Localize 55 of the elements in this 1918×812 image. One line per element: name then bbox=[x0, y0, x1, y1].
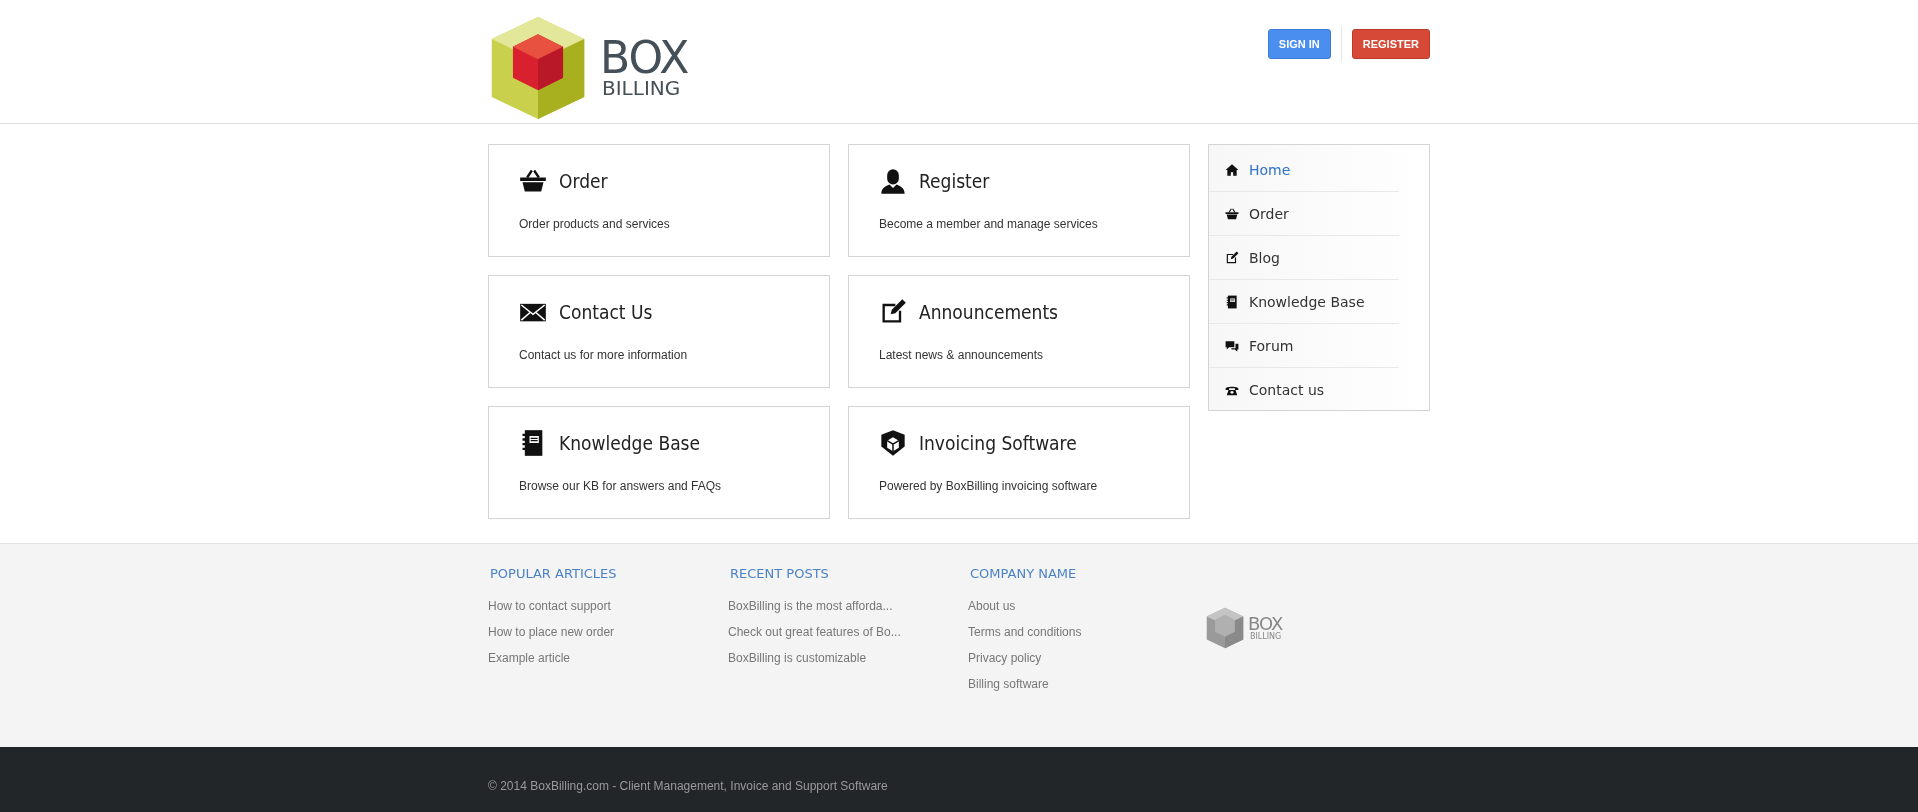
home-icon bbox=[1225, 162, 1239, 177]
edit-icon bbox=[1225, 250, 1239, 265]
sidebar-item[interactable]: Contact us bbox=[1209, 368, 1399, 412]
card[interactable]: Register Become a member and manage services bbox=[848, 144, 1190, 257]
logo-text: BOX bbox=[1248, 615, 1283, 632]
footer-link[interactable]: Privacy policy bbox=[968, 651, 1208, 665]
card-description: Powered by BoxBilling invoicing software bbox=[879, 479, 1099, 493]
sidebar-item[interactable]: Blog bbox=[1209, 236, 1399, 280]
basket-icon bbox=[519, 167, 547, 195]
card[interactable]: Announcements Latest news & announcements bbox=[848, 275, 1190, 388]
footer-link[interactable]: Billing software bbox=[968, 677, 1208, 691]
card-title: Announcements bbox=[919, 301, 1059, 323]
card[interactable]: Contact Us Contact us for more information bbox=[488, 275, 830, 388]
footer-link[interactable]: BoxBilling is the most afforda... bbox=[728, 599, 968, 613]
sidebar-item[interactable]: Order bbox=[1209, 192, 1399, 236]
card-description: Browse our KB for answers and FAQs bbox=[519, 479, 723, 493]
card-title: Contact Us bbox=[559, 301, 653, 323]
footer-heading: COMPANY NAME bbox=[970, 566, 1078, 581]
copyright-text: © 2014 BoxBilling.com - Client Management, Invoice and Support Software bbox=[488, 779, 888, 793]
card[interactable]: Invoicing Software Powered by BoxBilling invoicing software bbox=[848, 406, 1190, 519]
sidebar-item[interactable]: Knowledge Base bbox=[1209, 280, 1399, 324]
chat-icon bbox=[1225, 338, 1239, 353]
logo[interactable]: BOX BILLING bbox=[1206, 607, 1283, 649]
footer-link[interactable]: About us bbox=[968, 599, 1208, 613]
logo-subtext: BILLING bbox=[1250, 632, 1283, 641]
basket-icon bbox=[1225, 206, 1239, 221]
notebook-icon bbox=[1225, 294, 1239, 309]
logo[interactable]: BOX BILLING bbox=[488, 15, 689, 121]
header-button[interactable]: SIGN IN bbox=[1267, 29, 1331, 59]
card[interactable]: Order Order products and services bbox=[488, 144, 830, 257]
header-button[interactable]: REGISTER bbox=[1351, 29, 1430, 59]
card-title: Order bbox=[559, 170, 608, 192]
shield-icon bbox=[879, 429, 907, 457]
user-icon bbox=[879, 167, 907, 195]
sidebar-item[interactable]: Home bbox=[1209, 148, 1399, 192]
footer-heading: POPULAR ARTICLES bbox=[490, 566, 618, 581]
logo-text: BOX bbox=[600, 38, 689, 78]
card-title: Knowledge Base bbox=[559, 432, 701, 454]
card-description: Contact us for more information bbox=[519, 348, 689, 362]
footer-link[interactable]: BoxBilling is customizable bbox=[728, 651, 968, 665]
card-title: Register bbox=[919, 170, 990, 192]
footer-link[interactable]: Terms and conditions bbox=[968, 625, 1208, 639]
card-description: Latest news & announcements bbox=[879, 348, 1045, 362]
footer-link[interactable]: How to place new order bbox=[488, 625, 728, 639]
cube-logo-icon bbox=[1206, 607, 1244, 649]
footer-link[interactable]: Example article bbox=[488, 651, 728, 665]
footer-link[interactable]: Check out great features of Bo... bbox=[728, 625, 968, 639]
logo-subtext: BILLING bbox=[602, 78, 682, 98]
footer-link[interactable]: How to contact support bbox=[488, 599, 728, 613]
card-title: Invoicing Software bbox=[919, 432, 1077, 454]
card-description: Order products and services bbox=[519, 217, 671, 231]
footer-heading: RECENT POSTS bbox=[730, 566, 830, 581]
sidebar-item[interactable]: Forum bbox=[1209, 324, 1399, 368]
card-description: Become a member and manage services bbox=[879, 217, 1099, 231]
card[interactable]: Knowledge Base Browse our KB for answers and FAQs bbox=[488, 406, 830, 519]
